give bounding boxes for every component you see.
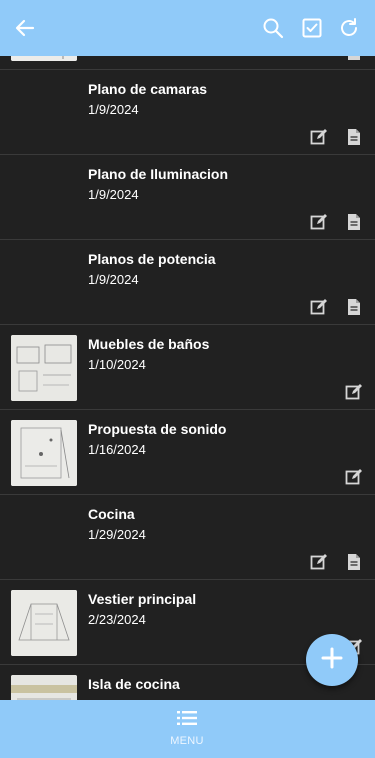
- item-thumbnail: [11, 675, 77, 700]
- item-title: Plano de camaras: [88, 81, 208, 97]
- list-item[interactable]: Plano de Iluminacion 1/9/2024: [0, 155, 375, 240]
- document-icon[interactable]: [344, 212, 364, 232]
- edit-icon[interactable]: [309, 212, 329, 232]
- top-app-bar: [0, 0, 375, 56]
- app-screen: Plano de camaras 1/9/2024 Plano de Ilumi…: [0, 0, 375, 758]
- item-date: 1/10/2024: [88, 357, 146, 372]
- item-thumbnail: [11, 420, 77, 486]
- item-title: Plano de Iluminacion: [88, 166, 229, 182]
- list-item[interactable]: Cocina 1/29/2024: [0, 495, 375, 580]
- item-title: Planos de potencia: [88, 251, 216, 267]
- item-date: 1/9/2024: [88, 272, 139, 287]
- list-item[interactable]: Planos de potencia 1/9/2024: [0, 240, 375, 325]
- item-date: 1/9/2024: [88, 187, 139, 202]
- item-title: Vestier principal: [88, 591, 197, 607]
- item-date: 1/29/2024: [88, 527, 146, 542]
- edit-icon[interactable]: [344, 382, 364, 402]
- item-date: 1/9/2024: [88, 102, 139, 117]
- document-icon[interactable]: [344, 127, 364, 147]
- back-arrow-icon[interactable]: [10, 14, 38, 42]
- item-thumbnail: [11, 335, 77, 401]
- bottom-navigation: MENU: [0, 700, 375, 758]
- edit-icon[interactable]: [344, 467, 364, 487]
- item-date: 1/16/2024: [88, 442, 146, 457]
- item-title: Cocina: [88, 506, 135, 522]
- item-thumbnail: [11, 590, 77, 656]
- edit-icon[interactable]: [309, 297, 329, 317]
- item-date: 2/23/2024: [88, 612, 146, 627]
- item-title: Isla de cocina: [88, 676, 180, 692]
- search-icon[interactable]: [259, 14, 287, 42]
- checkbox-icon[interactable]: [298, 14, 326, 42]
- refresh-icon[interactable]: [335, 14, 363, 42]
- add-item-fab[interactable]: [306, 634, 358, 686]
- menu-button[interactable]: MENU: [157, 710, 217, 752]
- plus-icon: [320, 646, 344, 675]
- edit-icon[interactable]: [309, 552, 329, 572]
- list-item[interactable]: Plano de camaras 1/9/2024: [0, 70, 375, 155]
- item-title: Propuesta de sonido: [88, 421, 227, 437]
- document-icon[interactable]: [344, 297, 364, 317]
- item-title: Muebles de baños: [88, 336, 210, 352]
- menu-label: MENU: [170, 735, 204, 747]
- list-item[interactable]: Muebles de baños 1/10/2024: [0, 325, 375, 410]
- document-icon[interactable]: [344, 552, 364, 572]
- list-menu-icon: [177, 710, 197, 731]
- list-item[interactable]: Propuesta de sonido 1/16/2024: [0, 410, 375, 495]
- edit-icon[interactable]: [309, 127, 329, 147]
- plans-list[interactable]: Plano de camaras 1/9/2024 Plano de Ilumi…: [0, 0, 375, 700]
